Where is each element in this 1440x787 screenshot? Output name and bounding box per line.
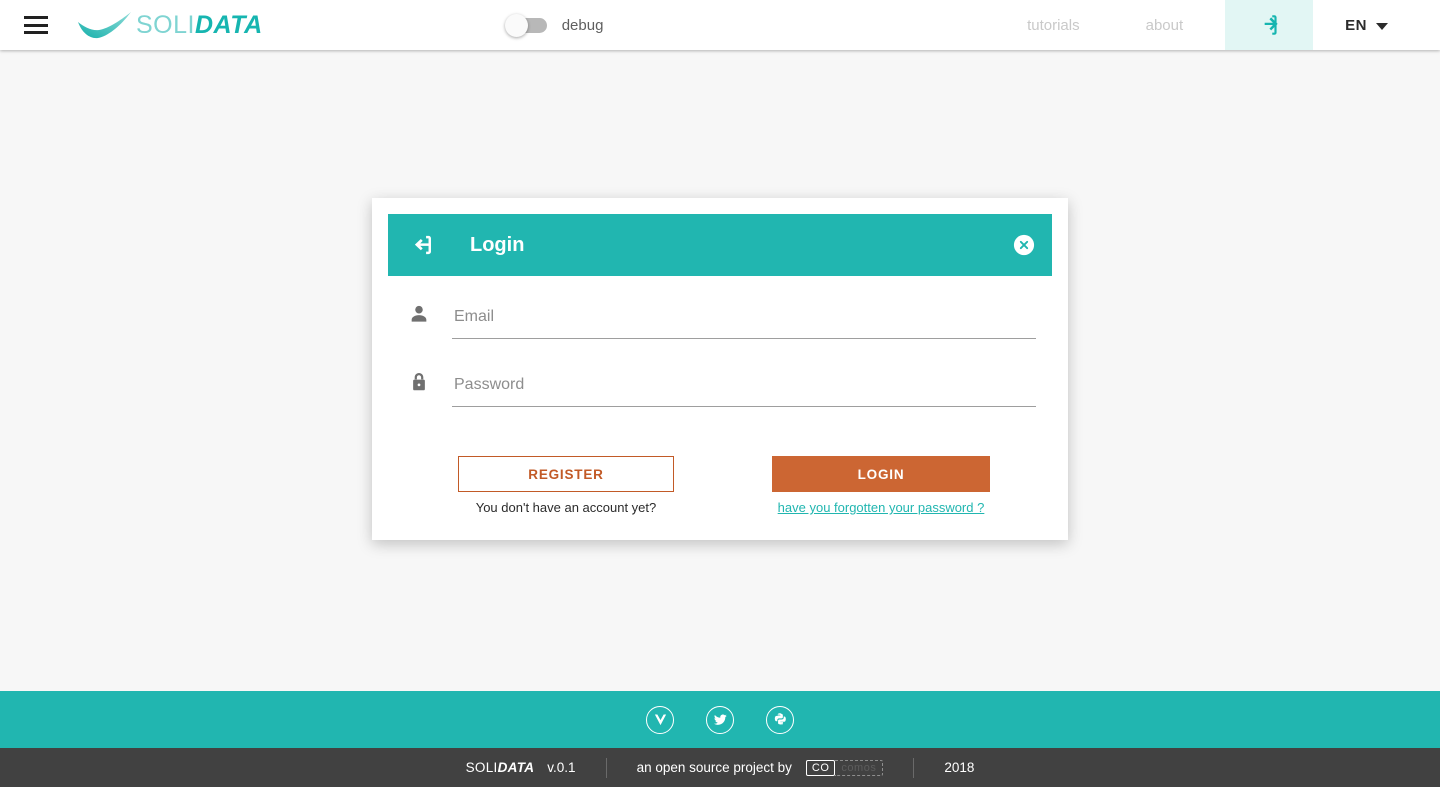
login-tab-button[interactable] <box>1225 0 1314 50</box>
brand-suffix: DATA <box>194 10 263 39</box>
social-link-python[interactable] <box>766 705 794 734</box>
login-card-actions: REGISTER LOGIN You don't have an account… <box>372 456 1068 540</box>
register-button[interactable]: REGISTER <box>458 456 674 492</box>
twitter-icon <box>713 714 727 725</box>
email-input[interactable] <box>452 305 1036 339</box>
nav-link-tutorials[interactable]: tutorials <box>1017 17 1090 34</box>
register-hint: You don't have an account yet? <box>475 500 657 515</box>
social-link-vuejs[interactable] <box>646 705 674 734</box>
python-icon <box>774 713 786 725</box>
password-input[interactable] <box>452 373 1036 407</box>
cosmos-logo-name: comos <box>835 759 884 776</box>
footer-brand: SOLIDATA <box>466 760 535 775</box>
solidata-swoosh-icon <box>78 12 131 39</box>
password-field-row <box>408 361 1036 407</box>
lock-icon <box>413 373 425 391</box>
forgot-password-link[interactable]: have you forgotten your password ? <box>772 500 990 515</box>
login-card-header: Login <box>388 214 1052 276</box>
debug-label: debug <box>561 16 604 34</box>
login-button[interactable]: LOGIN <box>772 456 990 492</box>
login-arrow-icon <box>1264 15 1278 35</box>
brand-prefix: SOLI <box>136 10 195 39</box>
brand-wordmark: SOLIDATA <box>136 11 263 40</box>
toggle-knob <box>504 13 528 37</box>
footer-social-bar <box>0 691 1440 748</box>
debug-toggle[interactable] <box>504 13 547 37</box>
person-icon <box>411 305 427 322</box>
email-field-row <box>408 293 1036 339</box>
language-value: EN <box>1345 16 1367 34</box>
debug-toggle-group[interactable]: debug <box>504 13 604 37</box>
hamburger-menu-icon[interactable] <box>24 16 48 34</box>
footer-version: v.0.1 <box>547 760 576 775</box>
main-stage: Login Email REGISTER LOGIN You don't hav… <box>0 50 1440 691</box>
footer-divider <box>605 757 607 778</box>
cosmos-logo-co: CO <box>805 759 836 776</box>
login-card-title: Login <box>470 233 525 256</box>
cosmos-logo[interactable]: CO comos <box>805 759 884 776</box>
footer-brand-suffix: DATA <box>497 760 535 775</box>
top-header: SOLIDATA debug tutorials about EN <box>0 0 1440 50</box>
footer-brand-prefix: SOLI <box>465 760 498 775</box>
login-form <box>372 293 1068 407</box>
footer-info-bar: SOLIDATA v.0.1 an open source project by… <box>0 748 1440 787</box>
footer-divider <box>913 757 915 778</box>
brand-logo[interactable]: SOLIDATA <box>76 8 263 42</box>
login-card: Login Email REGISTER LOGIN You don't hav… <box>372 198 1068 540</box>
social-link-twitter[interactable] <box>706 705 734 734</box>
footer-credit: an open source project by <box>636 760 792 775</box>
hamburger-bar <box>24 23 48 27</box>
language-selector[interactable]: EN <box>1345 17 1388 34</box>
footer-year: 2018 <box>944 760 975 775</box>
hamburger-bar <box>24 16 48 19</box>
login-arrow-icon <box>414 235 431 255</box>
hamburger-bar <box>24 31 48 34</box>
chevron-down-icon <box>1376 22 1388 30</box>
nav-link-about[interactable]: about <box>1136 17 1194 34</box>
close-circle-icon[interactable] <box>1013 234 1035 256</box>
vuejs-icon <box>654 714 666 726</box>
